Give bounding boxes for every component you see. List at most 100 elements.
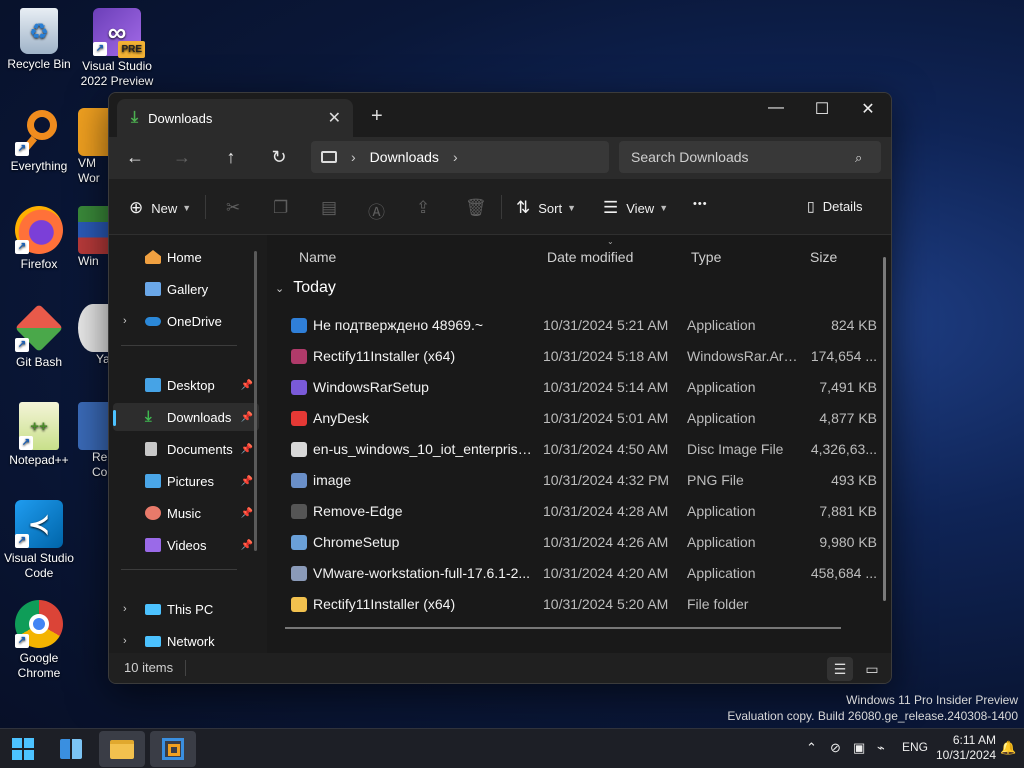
cut-button[interactable]: ✂	[226, 198, 248, 218]
desktop-icon-rectify[interactable]: Re Co	[78, 402, 108, 480]
column-header-name[interactable]: Name	[299, 249, 336, 265]
group-header-today[interactable]: ⌄ Today	[275, 279, 336, 297]
copy-button[interactable]: ❐	[273, 198, 296, 218]
refresh-button[interactable]: ↻	[264, 147, 294, 168]
file-row[interactable]: image 10/31/2024 4:32 PM PNG File 493 KB	[267, 465, 879, 496]
rename-button[interactable]: Ⓐ	[368, 198, 393, 223]
new-tab-button[interactable]: +	[371, 105, 383, 128]
minimize-button[interactable]: —	[753, 99, 799, 117]
breadcrumb-downloads[interactable]: Downloads	[370, 149, 439, 165]
shortcut-arrow-icon: ↗	[19, 436, 33, 450]
file-name: VMware-workstation-full-17.6.1-2...	[313, 565, 531, 581]
sidebar-item-documents[interactable]: Documents 📌	[113, 435, 259, 463]
desktop-icon-vscode[interactable]: ≺ ↗ Visual Studio Code	[0, 500, 78, 581]
pin-icon[interactable]: 📌	[241, 476, 253, 487]
file-row[interactable]: Rectify11Installer (x64) 10/31/2024 5:20 …	[267, 589, 879, 620]
new-button[interactable]: ⊕ New ▼	[129, 198, 191, 218]
file-row[interactable]: Remove-Edge 10/31/2024 4:28 AM Application…	[267, 496, 879, 527]
file-row[interactable]: ChromeSetup 10/31/2024 4:26 AM Application…	[267, 527, 879, 558]
sidebar-item-downloads[interactable]: ⤓ Downloads 📌	[113, 403, 259, 431]
sidebar-item-label: This PC	[167, 601, 214, 617]
pin-icon[interactable]: 📌	[241, 508, 253, 519]
pin-icon[interactable]: 📌	[241, 380, 253, 391]
forward-button[interactable]: →	[167, 147, 197, 168]
view-button[interactable]: ☰ View ▼	[603, 198, 668, 218]
desktop-icon-firefox[interactable]: ↗ Firefox	[0, 206, 78, 272]
shortcut-arrow-icon: ↗	[15, 142, 29, 156]
share-button[interactable]: ⇪	[416, 198, 438, 218]
view-label: View	[626, 200, 655, 216]
desktop-icon-everything[interactable]: ↗ Everything	[0, 108, 78, 174]
display-icon[interactable]: ▣	[853, 740, 865, 756]
sort-button[interactable]: ⇅ Sort ▼	[516, 198, 576, 218]
sidebar-item-videos[interactable]: Videos 📌	[113, 531, 259, 559]
pin-icon[interactable]: 📌	[241, 444, 253, 455]
sidebar-scrollbar[interactable]	[254, 251, 257, 551]
desktop-icon-winrar[interactable]: Win	[78, 206, 108, 269]
notification-bell-icon[interactable]: 🔔	[1000, 740, 1016, 756]
desktop-icon-yandex[interactable]: Ya	[78, 304, 110, 367]
back-button[interactable]: ←	[120, 147, 150, 168]
details-pane-button[interactable]: ▯ Details	[807, 198, 862, 215]
file-row[interactable]: WindowsRarSetup 10/31/2024 5:14 AM Applica…	[267, 372, 879, 403]
close-tab-icon[interactable]: ✕	[328, 108, 341, 128]
search-input[interactable]	[619, 141, 881, 173]
network-offline-icon[interactable]: ⌁	[877, 740, 885, 756]
file-date-modified: 10/31/2024 4:32 PM	[543, 472, 670, 488]
sidebar-item-home[interactable]: Home	[113, 243, 259, 271]
file-row[interactable]: Rectify11Installer (x64) 10/31/2024 5:18 …	[267, 341, 879, 372]
desktop-icon-recycle-bin[interactable]: ♻ Recycle Bin	[0, 8, 78, 72]
desktop-icon-git-bash[interactable]: ↗ Git Bash	[0, 303, 78, 370]
tiles-view-button[interactable]: ▭	[859, 657, 885, 681]
column-header-date-modified[interactable]: Date modified	[547, 249, 633, 265]
more-options-button[interactable]: •••	[693, 198, 708, 210]
chevron-right-icon[interactable]: ›	[123, 635, 127, 647]
tab-downloads[interactable]: ⤓ Downloads ✕	[117, 99, 353, 137]
language-indicator[interactable]: ENG	[902, 740, 928, 754]
taskbar-vmware[interactable]	[150, 731, 196, 767]
pin-icon[interactable]: 📌	[241, 412, 253, 423]
search-icon[interactable]: ⌕	[855, 150, 862, 166]
file-row[interactable]: en-us_windows_10_iot_enterprise_... 10/31…	[267, 434, 879, 465]
desktop-icon-vmware[interactable]: VM Wor	[78, 108, 108, 186]
close-window-button[interactable]: ✕	[845, 99, 891, 119]
address-bar[interactable]: › Downloads ›	[311, 141, 609, 173]
show-hidden-icons-button[interactable]: ⌃	[806, 740, 817, 756]
breadcrumb-separator[interactable]: ›	[453, 149, 458, 165]
sidebar-item-network[interactable]: › Network	[113, 627, 259, 653]
chevron-right-icon[interactable]: ›	[123, 315, 127, 327]
sidebar-item-gallery[interactable]: Gallery	[113, 275, 259, 303]
details-view-button[interactable]: ☰	[827, 657, 853, 681]
sidebar-item-label: Home	[167, 249, 202, 265]
paste-button[interactable]: ▤	[321, 198, 345, 218]
vertical-scrollbar[interactable]	[883, 257, 886, 601]
file-row[interactable]: Не подтверждено 48969.~ 10/31/2024 5:21 A…	[267, 310, 879, 341]
this-pc-icon	[321, 151, 337, 163]
sidebar-item-music[interactable]: Music 📌	[113, 499, 259, 527]
up-button[interactable]: ↑	[216, 147, 246, 168]
desktop-icon-visual-studio-preview[interactable]: ∞ PRE ↗ Visual Studio 2022 Preview	[78, 8, 156, 89]
file-row[interactable]: VMware-workstation-full-17.6.1-2... 10/31…	[267, 558, 879, 589]
sidebar-item-this-pc[interactable]: › This PC	[113, 595, 259, 623]
horizontal-scrollbar[interactable]	[285, 627, 841, 629]
maximize-button[interactable]: ☐	[799, 99, 845, 119]
security-icon[interactable]: ⊘	[830, 740, 841, 756]
desktop-icon-chrome[interactable]: ↗ Google Chrome	[0, 600, 78, 681]
widgets-button[interactable]	[48, 731, 94, 767]
pin-icon[interactable]: 📌	[241, 540, 253, 551]
start-button[interactable]	[0, 731, 46, 767]
sidebar-item-label: Music	[167, 505, 201, 521]
delete-button[interactable]: 🗑	[465, 198, 495, 218]
file-row[interactable]: AnyDesk 10/31/2024 5:01 AM Application 4,87…	[267, 403, 879, 434]
desktop-icon-label: VM Wor	[78, 156, 100, 185]
desktop-icon-notepad-plus-plus[interactable]: ++ ↗ Notepad++	[0, 402, 78, 468]
chevron-right-icon[interactable]: ›	[123, 603, 127, 615]
sidebar-item-pictures[interactable]: Pictures 📌	[113, 467, 259, 495]
clock[interactable]: 6:11 AM 10/31/2024	[936, 733, 996, 763]
taskbar-file-explorer[interactable]	[99, 731, 145, 767]
sidebar-item-desktop[interactable]: Desktop 📌	[113, 371, 259, 399]
sidebar-item-onedrive[interactable]: › OneDrive	[113, 307, 259, 335]
breadcrumb-separator[interactable]: ›	[351, 149, 356, 165]
column-header-type[interactable]: Type	[691, 249, 721, 265]
column-header-size[interactable]: Size	[810, 249, 837, 265]
